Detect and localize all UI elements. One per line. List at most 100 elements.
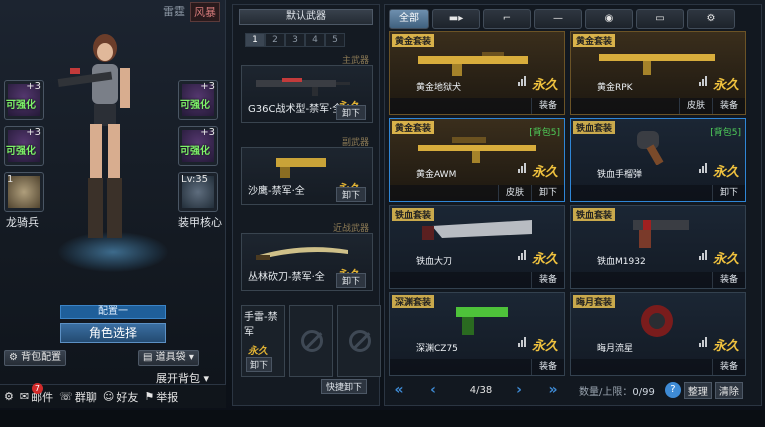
mail-button[interactable]: ✉ 7 邮件 bbox=[20, 382, 53, 405]
card-actions: 装备 bbox=[571, 359, 745, 375]
gear-icon: ⚙ bbox=[9, 352, 22, 363]
empty-slot[interactable] bbox=[337, 305, 381, 377]
knife-icon: — bbox=[553, 13, 563, 24]
enhance-slot-right-top[interactable]: +3 可强化 bbox=[178, 80, 218, 120]
inventory-card[interactable]: 黄金套装 永久 黄金地狱犬 装备 bbox=[389, 31, 565, 115]
friends-label: 好友 bbox=[116, 390, 139, 404]
grenade-slot[interactable]: 手雷-禁军 永久 卸下 bbox=[241, 305, 285, 377]
equip-button[interactable]: 装备 bbox=[711, 98, 745, 114]
empty-slot[interactable] bbox=[289, 305, 333, 377]
report-icon: ⚑ bbox=[144, 390, 155, 403]
character-model[interactable] bbox=[50, 28, 160, 258]
prohibited-icon bbox=[349, 330, 371, 352]
prev-page-icon[interactable]: ‹ bbox=[423, 382, 443, 398]
item-name: 深渊CZ75 bbox=[416, 344, 458, 354]
inventory-card[interactable]: 晦月套装 永久 晦月流星 装备 bbox=[570, 292, 746, 376]
mode-tab-storm[interactable]: 风暴 bbox=[190, 2, 220, 22]
stat-bars-icon bbox=[518, 76, 526, 86]
sort-button[interactable]: 整理 bbox=[683, 381, 712, 399]
equip-button[interactable]: 装备 bbox=[711, 272, 745, 288]
item-bag-button[interactable]: ▤ 道具袋 ▾ bbox=[138, 350, 199, 366]
unload-button[interactable]: 卸下 bbox=[711, 185, 745, 201]
enhance-slot-right-mid[interactable]: +3 可强化 bbox=[178, 126, 218, 166]
friends-button[interactable]: ☺ 好友 bbox=[103, 389, 138, 405]
friends-icon: ☺ bbox=[102, 390, 115, 403]
group-chat-label: 群聊 bbox=[74, 390, 97, 404]
filter-rifle[interactable]: ▬▸ bbox=[432, 9, 480, 29]
inventory-card[interactable]: 铁血套装 永久 铁血M1932 装备 bbox=[570, 205, 746, 289]
settings-icon[interactable]: ⚙ bbox=[4, 390, 14, 403]
character-panel: 雷霆 风暴 +3 可强化 +3 可强化 +3 可强化 +3 可强化 1 龙骑兵 … bbox=[0, 0, 226, 408]
item-name: 晦月流星 bbox=[597, 344, 634, 354]
pet-slot-dragoon[interactable]: 1 bbox=[4, 172, 44, 212]
filter-special[interactable]: ▭ bbox=[636, 9, 684, 29]
weapon-image bbox=[456, 307, 508, 335]
footer-strip bbox=[0, 410, 765, 427]
melee-weapon-card[interactable]: 丛林砍刀-禁军·全 永久 卸下 bbox=[241, 233, 373, 291]
last-page-icon[interactable]: » bbox=[543, 382, 563, 398]
enhance-tag: 可强化 bbox=[6, 100, 36, 111]
inventory-panel: 全部 ▬▸ ⌐ — ◉ ▭ ⚙ 黄金套装 永久 黄金地狱犬 装备 黄金套装 永久… bbox=[384, 4, 762, 406]
unload-button[interactable]: 卸下 bbox=[530, 185, 564, 201]
item-name: 铁血大刀 bbox=[416, 257, 453, 267]
help-icon[interactable]: ? bbox=[664, 382, 681, 398]
card-actions: 皮肤 卸下 bbox=[390, 185, 564, 201]
filter-grenade[interactable]: ◉ bbox=[585, 9, 633, 29]
mode-tab-thunder[interactable]: 雷霆 bbox=[160, 2, 188, 22]
grenade-icon: ◉ bbox=[604, 13, 614, 24]
stat-bars-icon bbox=[699, 76, 707, 86]
unload-button[interactable]: 卸下 bbox=[246, 357, 273, 372]
filter-pistol[interactable]: ⌐ bbox=[483, 9, 531, 29]
group-chat-button[interactable]: ☏ 群聊 bbox=[59, 389, 97, 405]
inventory-card[interactable]: 铁血套装 永久 铁血大刀 装备 bbox=[389, 205, 565, 289]
pet-slot-armor-core[interactable]: Lv:35 bbox=[178, 172, 218, 212]
permanent-badge: 永久 bbox=[531, 165, 558, 180]
enhance-tag: 可强化 bbox=[180, 100, 210, 111]
enhance-slot-left-mid[interactable]: +3 可强化 bbox=[4, 126, 44, 166]
inventory-card[interactable]: 黄金套装 永久 黄金RPK 皮肤 装备 bbox=[570, 31, 746, 115]
unload-button[interactable]: 卸下 bbox=[335, 273, 366, 288]
weapon-image bbox=[418, 52, 528, 76]
loadout-tab-5[interactable]: 5 bbox=[325, 33, 345, 47]
permanent-badge: 永久 bbox=[248, 346, 268, 357]
special-weapon-icon: ▭ bbox=[655, 13, 665, 24]
weapon-image bbox=[422, 220, 532, 240]
pagination-bar: « ‹ 4/38 › » 数量/上限：0/99 ? 整理 清除 bbox=[389, 377, 759, 403]
first-page-icon[interactable]: « bbox=[389, 382, 409, 398]
loadout-tab-1[interactable]: 1 bbox=[245, 33, 265, 47]
next-page-icon[interactable]: › bbox=[509, 382, 529, 398]
report-button[interactable]: ⚑ 举报 bbox=[144, 389, 178, 405]
inventory-card[interactable]: 深渊套装 永久 深渊CZ75 装备 bbox=[389, 292, 565, 376]
filter-settings[interactable]: ⚙ bbox=[687, 9, 735, 29]
stat-bars-icon bbox=[699, 337, 707, 347]
config-selector[interactable]: 配置一 bbox=[60, 305, 166, 319]
equip-button[interactable]: 装备 bbox=[530, 98, 564, 114]
loadout-tab-3[interactable]: 3 bbox=[285, 33, 305, 47]
unload-button[interactable]: 卸下 bbox=[335, 105, 366, 120]
inventory-card[interactable]: 铁血套装 [背包5] 永久 铁血手榴弹 卸下 bbox=[570, 118, 746, 202]
quick-unload-button[interactable]: 快捷卸下 bbox=[321, 379, 368, 394]
filter-all[interactable]: 全部 bbox=[389, 9, 429, 29]
capacity-value: 0/99 bbox=[632, 386, 655, 398]
clear-button[interactable]: 清除 bbox=[714, 381, 743, 399]
filter-melee[interactable]: — bbox=[534, 9, 582, 29]
permanent-badge: 永久 bbox=[531, 78, 558, 93]
inventory-card[interactable]: 黄金套装 [背包5] 永久 黄金AWM 皮肤 卸下 bbox=[389, 118, 565, 202]
bottom-social-bar: ⚙ ✉ 7 邮件 ☏ 群聊 ☺ 好友 ⚑ 举报 bbox=[0, 382, 226, 408]
skin-button[interactable]: 皮肤 bbox=[497, 185, 531, 201]
backpack-config-button[interactable]: ⚙ 背包配置 bbox=[4, 350, 67, 366]
unload-button[interactable]: 卸下 bbox=[335, 187, 366, 202]
equip-button[interactable]: 装备 bbox=[711, 359, 745, 375]
loadout-tab-4[interactable]: 4 bbox=[305, 33, 325, 47]
enhance-slot-left-top[interactable]: +3 可强化 bbox=[4, 80, 44, 120]
loadout-tab-2[interactable]: 2 bbox=[265, 33, 285, 47]
skin-button[interactable]: 皮肤 bbox=[678, 98, 712, 114]
secondary-weapon-card[interactable]: 沙鹰-禁军·全 永久 卸下 bbox=[241, 147, 373, 205]
slot-level: Lv:35 bbox=[181, 174, 209, 185]
card-actions: 皮肤 装备 bbox=[571, 98, 745, 114]
stat-bars-icon bbox=[699, 163, 707, 173]
equip-button[interactable]: 装备 bbox=[530, 359, 564, 375]
role-select-button[interactable]: 角色选择 bbox=[60, 323, 166, 343]
primary-weapon-card[interactable]: G36C战术型-禁军·全 永久 卸下 bbox=[241, 65, 373, 123]
equip-button[interactable]: 装备 bbox=[530, 272, 564, 288]
